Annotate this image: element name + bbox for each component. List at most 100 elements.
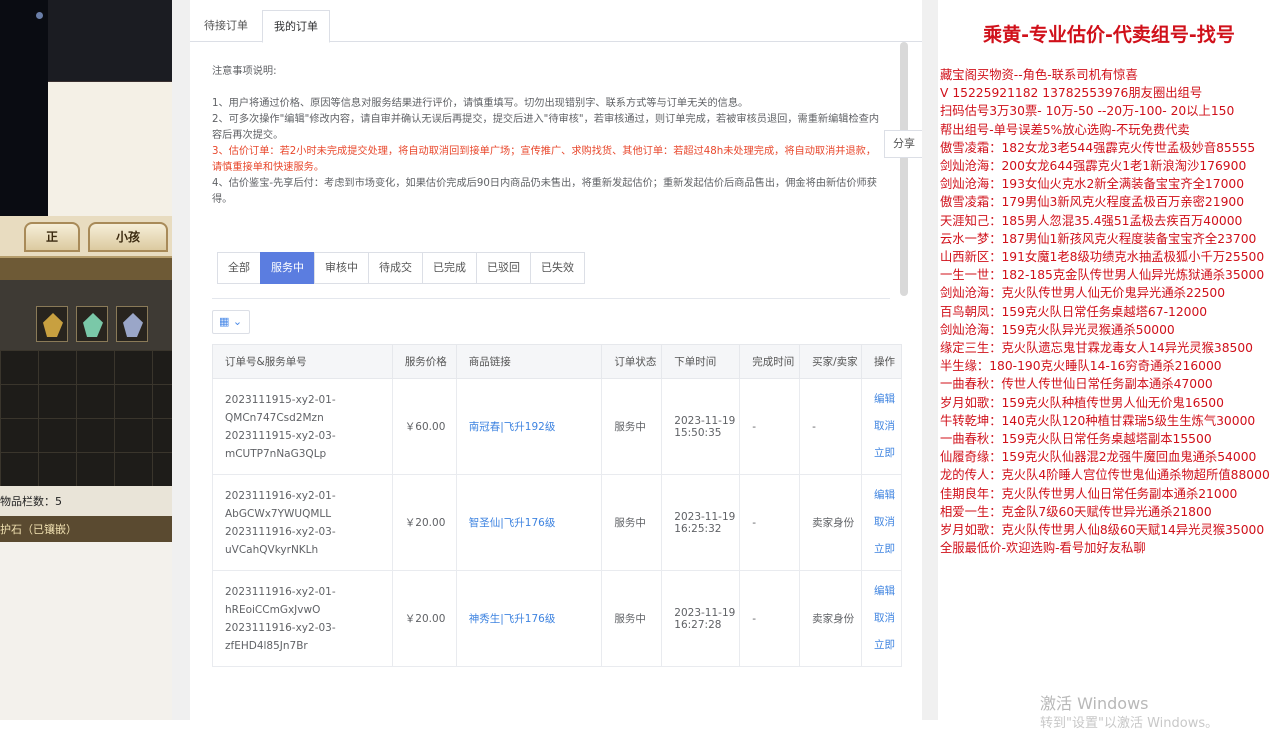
overlay-line: 龙的传人：克火队4阶睡人宫位传世鬼仙通杀物超所值88000 (940, 468, 1270, 483)
overlay-line: 全服最低价-欢迎选购-看号加好友私聊 (940, 541, 1146, 556)
order-time: 2023-11-19 16:25:32 (661, 474, 741, 571)
order-date: 2023-11-19 (674, 606, 736, 619)
edit-button[interactable]: 编辑 (874, 482, 901, 509)
note-4: 4、估价鉴宝-先享后付：考虑到市场变化，如果估价完成后90日内商品仍未售出，将重… (212, 178, 877, 205)
note-1: 1、用户将通过价格、原因等信息对服务结果进行评价，请慎重填写。切勿出现错别字、联… (212, 98, 749, 109)
status-tab-in-service[interactable]: 服务中 (260, 252, 315, 284)
status-tab-pending-deal[interactable]: 待成交 (368, 252, 423, 284)
overlay-title: 乘黄-专业估价-代卖组号-找号 (983, 24, 1235, 46)
table-row: 2023111916-xy2-01- AbGCWx7YWUQMLL 20231119… (212, 474, 903, 571)
price: ￥60.00 (391, 378, 457, 475)
product-link[interactable]: 神秀生|飞升176级 (455, 570, 603, 667)
status-tab-expired[interactable]: 已失效 (530, 252, 585, 284)
notes-title: 注意事项说明: (212, 66, 277, 77)
status-tab-completed[interactable]: 已完成 (422, 252, 477, 284)
order-no-line: 2023111916-xy2-03- (225, 621, 336, 634)
cancel-button[interactable]: 取消 (874, 413, 901, 440)
jade-icon (83, 313, 103, 337)
col-done-time: 完成时间 (739, 344, 801, 379)
status-filter: 全部 服务中 审核中 待成交 已完成 已驳回 已失效 (217, 252, 585, 284)
item-slot[interactable] (36, 306, 68, 342)
order-no-line: AbGCWx7YWUQMLL (225, 507, 332, 520)
tab-pending-orders[interactable]: 待接订单 (196, 10, 256, 43)
status-tab-reviewing[interactable]: 审核中 (314, 252, 369, 284)
order-no-line: 2023111915-xy2-01- (225, 393, 336, 406)
game-dark-panel (0, 0, 48, 216)
done-time: - (739, 378, 801, 475)
order-number: 2023111916-xy2-01- AbGCWx7YWUQMLL 20231119… (212, 474, 393, 571)
inventory-grid[interactable] (0, 350, 172, 486)
item-count: 物品栏数：5 (0, 486, 172, 516)
order-date: 2023-11-19 (674, 510, 736, 523)
immediate-button[interactable]: 立即 (874, 440, 901, 467)
overlay-line: 扫码估号3万30票- 10万-50 --20万-100- 20以上150 (940, 104, 1235, 119)
product-link[interactable]: 智圣仙|飞升176级 (455, 474, 603, 571)
order-no-line: 2023111915-xy2-03- (225, 429, 336, 442)
overlay-line: 缘定三生：克火队遗忘鬼甘霖龙毒女人14异光灵猴38500 (940, 341, 1254, 356)
done-time: - (739, 570, 801, 667)
overlay-line: 一曲春秋：159克火队日常任务桌越塔副本15500 (940, 432, 1212, 447)
game-tab-row: 正 小孩 (0, 216, 172, 258)
overlay-line: 剑灿沧海：159克火队异光灵猴通杀50000 (940, 322, 1175, 337)
game-tab-1[interactable]: 正 (24, 222, 80, 252)
game-window: 正 小孩 物品栏数：5 护石（已镶嵌） (0, 0, 172, 720)
game-bg (48, 82, 172, 216)
order-clock: 16:25:32 (674, 522, 722, 535)
edit-button[interactable]: 编辑 (874, 386, 901, 413)
order-no-line: zfEHD4l85Jn7Br (225, 639, 308, 652)
overlay-line: 天涯知己：185男人忽混35.4强51孟极去疾百万40000 (940, 213, 1243, 228)
col-status: 订单状态 (601, 344, 663, 379)
item-slot[interactable] (116, 306, 148, 342)
ring-icon (43, 313, 63, 337)
column-settings-button[interactable]: ▦ ⌄ (212, 310, 250, 334)
orders-table: 订单号&服务单号 服务价格 商品链接 订单状态 下单时间 完成时间 买家/卖家 … (212, 344, 903, 667)
order-panel: 待接订单 我的订单 注意事项说明: 1、用户将通过价格、原因等信息对服务结果进行… (190, 0, 922, 720)
grid-icon: ▦ (219, 315, 230, 328)
notes: 注意事项说明: 1、用户将通过价格、原因等信息对服务结果进行评价，请慎重填写。切… (212, 64, 882, 208)
scrollbar[interactable] (900, 42, 908, 296)
cancel-button[interactable]: 取消 (874, 509, 901, 536)
price: ￥20.00 (391, 474, 457, 571)
order-date: 2023-11-19 (674, 414, 736, 427)
col-price: 服务价格 (391, 344, 457, 379)
game-tab-2[interactable]: 小孩 (88, 222, 168, 252)
immediate-button[interactable]: 立即 (874, 632, 901, 659)
game-dark-panel-2 (48, 0, 172, 82)
overlay-line: 一曲春秋：传世人传世仙日常任务副本通杀47000 (940, 377, 1213, 392)
browser-window: 待接订单 我的订单 注意事项说明: 1、用户将通过价格、原因等信息对服务结果进行… (172, 0, 938, 720)
order-clock: 16:27:28 (674, 618, 722, 631)
order-number: 2023111915-xy2-01- QMCn747Csd2Mzn 20231119… (212, 378, 393, 475)
table-row: 2023111916-xy2-01- hREoiCCmGxJvwO 20231119… (212, 570, 903, 667)
table-header: 订单号&服务单号 服务价格 商品链接 订单状态 下单时间 完成时间 买家/卖家 … (212, 344, 903, 379)
order-status: 服务中 (601, 378, 663, 475)
order-no-line: 2023111916-xy2-01- (225, 489, 336, 502)
item-slot[interactable] (76, 306, 108, 342)
status-tab-rejected[interactable]: 已驳回 (476, 252, 531, 284)
order-no-line: uVCahQVkyrNKLh (225, 543, 319, 556)
overlay-line: 百鸟朝凤：159克火队日常任务桌越塔67-12000 (940, 304, 1208, 319)
col-actions: 操作 (860, 344, 903, 379)
armor-icon (123, 313, 143, 337)
tab-my-orders[interactable]: 我的订单 (262, 10, 330, 43)
order-no-line: 2023111916-xy2-01- (225, 585, 336, 598)
col-buyer-seller: 买家/卖家 (799, 344, 862, 379)
order-time: 2023-11-19 15:50:35 (661, 378, 741, 475)
overlay-line: 半生缘：180-190克火睡队14-16穷奇通杀216000 (940, 359, 1222, 374)
col-order-time: 下单时间 (661, 344, 741, 379)
order-time: 2023-11-19 16:27:28 (661, 570, 741, 667)
divider (212, 298, 890, 299)
buyer-seller: 卖家身份 (799, 474, 862, 571)
share-button[interactable]: 分享 (884, 130, 922, 158)
edit-button[interactable]: 编辑 (874, 578, 901, 605)
stream-overlay: 乘黄-专业估价-代卖组号-找号 藏宝阁买物资--角色-联系司机有惊喜 V 152… (938, 0, 1280, 731)
note-2: 2、可多次操作"编辑"修改内容，请自审并确认无误后再提交，提交后进入"待审核"，… (212, 114, 880, 141)
order-tabs: 待接订单 我的订单 (190, 10, 922, 43)
activate-windows-watermark: 激活 Windows (1040, 694, 1149, 713)
cancel-button[interactable]: 取消 (874, 605, 901, 632)
immediate-button[interactable]: 立即 (874, 536, 901, 563)
overlay-line: 一生一世：182-185克金队传世男人仙异光炼狱通杀35000 (940, 268, 1265, 283)
product-link[interactable]: 南冠春|飞升192级 (455, 378, 603, 475)
order-clock: 15:50:35 (674, 426, 722, 439)
overlay-line: 山西新区：191女魔1老8级功绩克水抽孟极狐小千万25500 (940, 250, 1265, 265)
status-tab-all[interactable]: 全部 (217, 252, 261, 284)
